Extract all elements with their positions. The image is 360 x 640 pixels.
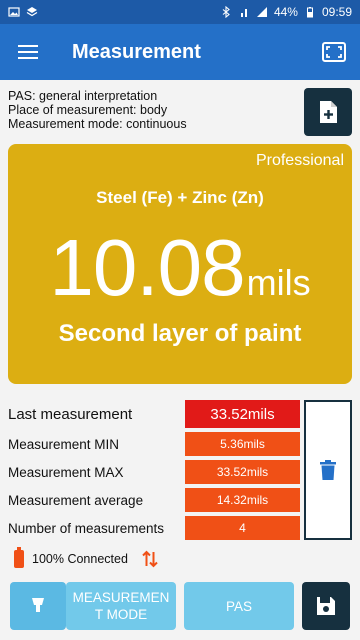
stat-label: Number of measurements bbox=[8, 520, 165, 536]
stat-label: Measurement MIN bbox=[8, 436, 120, 452]
status-time: 09:59 bbox=[321, 5, 352, 19]
connection-label: 100% Connected bbox=[32, 552, 128, 566]
layers-icon bbox=[26, 7, 38, 17]
battery-icon bbox=[14, 547, 24, 568]
bottom-toolbar: MEASUREMENT MODE PAS bbox=[8, 582, 352, 630]
menu-button[interactable] bbox=[0, 24, 56, 80]
stat-value: 33.52mils bbox=[185, 400, 300, 428]
menu-icon bbox=[18, 45, 38, 59]
stat-row-last: Last measurement 33.52mils bbox=[8, 400, 300, 428]
image-icon bbox=[8, 7, 20, 17]
stat-row-max: Measurement MAX 33.52mils bbox=[8, 458, 300, 486]
bluetooth-icon bbox=[222, 6, 230, 18]
mode-badge: Professional bbox=[255, 152, 344, 169]
signal-icon bbox=[256, 7, 267, 17]
save-button[interactable] bbox=[302, 582, 350, 630]
stat-value: 4 bbox=[185, 516, 300, 540]
delete-measurements-button[interactable] bbox=[304, 400, 352, 540]
app-bar: Measurement bbox=[0, 24, 360, 80]
reading-value: 10.08 bbox=[49, 223, 245, 312]
reading-card: Professional Steel (Fe) + Zinc (Zn) 10.0… bbox=[8, 144, 352, 384]
reading-value-row: 10.08mils bbox=[8, 222, 352, 314]
battery-percent: 44% bbox=[273, 5, 298, 19]
battery-icon bbox=[306, 7, 313, 18]
stat-label: Measurement average bbox=[8, 492, 144, 508]
new-document-button[interactable] bbox=[304, 88, 352, 136]
stat-value: 14.32mils bbox=[185, 488, 300, 512]
stat-row-min: Measurement MIN 5.36mils bbox=[8, 430, 300, 458]
sync-arrows-icon bbox=[142, 550, 158, 568]
trash-icon bbox=[320, 460, 336, 480]
fullscreen-button[interactable] bbox=[318, 36, 350, 68]
add-document-icon bbox=[320, 101, 337, 123]
stat-row-count: Number of measurements 4 bbox=[8, 514, 300, 542]
pas-info: PAS: general interpretation bbox=[8, 89, 158, 103]
probe-icon bbox=[32, 598, 44, 612]
4g-signal-icon bbox=[240, 9, 247, 17]
stat-row-average: Measurement average 14.32mils bbox=[8, 486, 300, 514]
status-bar: 44% 09:59 bbox=[0, 0, 360, 24]
mode-info: Measurement mode: continuous bbox=[8, 117, 187, 131]
stat-label: Measurement MAX bbox=[8, 464, 124, 480]
page-title: Measurement bbox=[72, 40, 201, 63]
save-icon bbox=[317, 597, 335, 615]
place-info: Place of measurement: body bbox=[8, 103, 168, 117]
reading-unit: mils bbox=[246, 262, 311, 303]
stat-value: 33.52mils bbox=[185, 460, 300, 484]
measurement-mode-button[interactable]: MEASUREMENT MODE bbox=[66, 582, 176, 630]
probe-button[interactable] bbox=[10, 582, 66, 630]
stats-table: Last measurement 33.52mils Measurement M… bbox=[8, 400, 300, 542]
layer-label: Second layer of paint bbox=[58, 320, 302, 347]
material-label: Steel (Fe) + Zinc (Zn) bbox=[96, 188, 264, 207]
fullscreen-icon bbox=[322, 42, 346, 62]
measurement-info: PAS: general interpretation Place of mea… bbox=[8, 89, 187, 131]
stat-label: Last measurement bbox=[8, 405, 133, 423]
stat-value: 5.36mils bbox=[185, 432, 300, 456]
pas-button[interactable]: PAS bbox=[184, 582, 294, 630]
connection-status: 100% Connected bbox=[14, 547, 158, 568]
